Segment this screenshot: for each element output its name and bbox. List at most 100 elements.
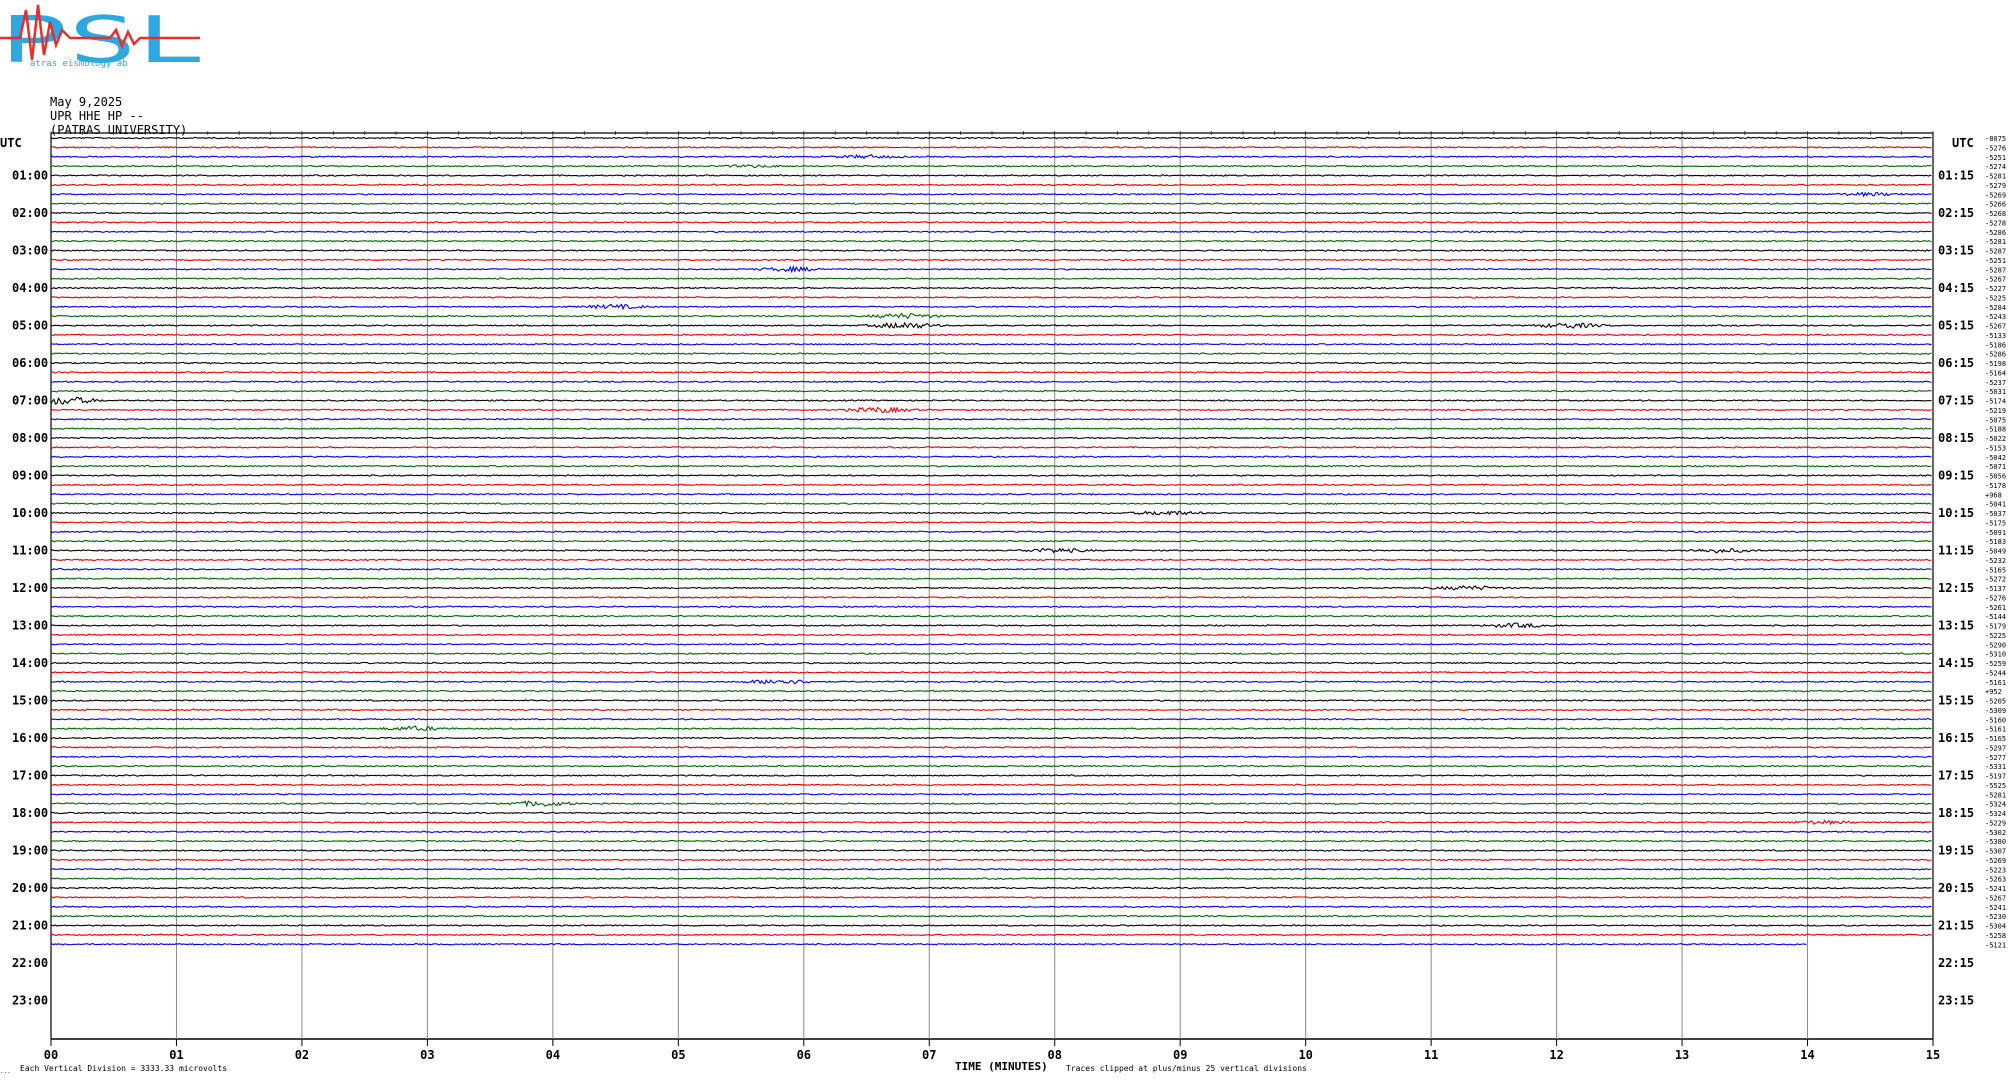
trace-value-58: -5161 [1985,679,2006,687]
right-hour-labels: 01:15 02:15 03:15 04:15 05:15 06:15 07:15 08:15… [1938,169,1974,1008]
left-hour-label: 14:00 [12,656,48,670]
trace-value-41: -5175 [1985,519,2006,527]
trace-value-75: -5380 [1985,838,2006,846]
x-tick-label-08: 08 [1048,1048,1062,1062]
trace-value-40: -5037 [1985,510,2006,518]
trace-58 [50,679,1932,685]
trace-29 [50,406,1932,414]
x-tick-label-14: 14 [1800,1048,1814,1062]
trace-value-35: -5071 [1985,463,2006,471]
trace-value-19: -5243 [1985,313,2006,321]
trace-18 [50,303,1932,311]
right-trace-values: -8075-5276-5251-5274-5281-5279-5269-5266… [1985,135,2006,949]
trace-value-13: -5251 [1985,257,2006,265]
left-hour-label: 01:00 [12,169,48,183]
x-tick-label-00: 00 [44,1048,58,1062]
trace-value-54: -5290 [1985,641,2006,649]
left-hour-labels: 01:00 02:00 03:00 04:00 05:00 06:00 07:00 08:00… [12,169,48,1008]
trace-76 [50,849,1932,852]
trace-49 [51,596,1932,599]
trace-25 [50,370,1932,374]
trace-54 [50,642,1932,646]
trace-86 [50,942,1807,946]
trace-value-11: -5281 [1985,238,2006,246]
trace-2 [50,154,1932,160]
trace-value-6: -5269 [1985,191,2006,199]
left-hour-label: 04:00 [12,281,48,295]
trace-79 [50,877,1932,880]
trace-34 [50,455,1932,459]
trace-53 [50,633,1932,637]
trace-value-44: -5049 [1985,548,2006,556]
trace-value-57: -5244 [1985,669,2006,677]
left-hour-label: 05:00 [12,319,48,333]
left-hour-label: 21:00 [12,919,48,933]
trace-value-9: -5278 [1985,219,2006,227]
trace-32 [50,436,1932,440]
trace-value-32: -5022 [1985,435,2006,443]
right-hour-label: 11:15 [1938,544,1974,558]
trace-value-68: -5197 [1985,773,2006,781]
trace-value-53: -5225 [1985,632,2006,640]
left-hour-label: 22:00 [12,956,48,970]
trace-value-20: -5267 [1985,323,2006,331]
trace-56 [50,661,1932,665]
trace-value-76: -5307 [1985,848,2006,856]
trace-value-36: -5056 [1985,473,2006,481]
right-hour-label: 14:15 [1938,656,1974,670]
corner-mark: ... [0,1068,11,1075]
trace-value-61: -5309 [1985,707,2006,715]
trace-value-17: -5225 [1985,294,2006,302]
trace-value-80: -5241 [1985,885,2006,893]
trace-value-15: -5267 [1985,276,2006,284]
trace-value-33: -5153 [1985,444,2006,452]
left-hour-label: 07:00 [12,394,48,408]
right-hour-label: 20:15 [1938,881,1974,895]
trace-6 [50,191,1932,198]
left-hour-label: 16:00 [12,731,48,745]
trace-value-49: -5276 [1985,594,2006,602]
trace-value-86: -5121 [1985,941,2006,949]
right-hour-label: 23:15 [1938,994,1974,1008]
trace-42 [50,530,1932,534]
trace-61 [50,708,1932,712]
trace-value-18: -5284 [1985,304,2006,312]
trace-57 [51,671,1932,674]
trace-27 [50,389,1932,393]
trace-value-2: -5251 [1985,154,2006,162]
right-hour-label: 05:15 [1938,319,1974,333]
trace-value-71: -5324 [1985,801,2006,809]
x-axis-label: TIME (MINUTES) [955,1060,1048,1073]
helicorder-chart: 01:00 02:00 03:00 04:00 05:00 06:00 07:00 08:00… [0,131,2006,1062]
trace-65 [50,746,1932,749]
trace-46 [50,567,1932,571]
trace-41 [50,521,1932,524]
right-hour-label: 13:15 [1938,619,1974,633]
trace-value-16: -5227 [1985,285,2006,293]
trace-value-63: -5161 [1985,726,2006,734]
right-hour-label: 15:15 [1938,694,1974,708]
trace-7 [50,202,1932,206]
trace-value-67: -5331 [1985,763,2006,771]
trace-33 [50,445,1932,449]
left-hour-label: 18:00 [12,806,48,820]
x-tick-label-04: 04 [546,1048,560,1062]
x-tick-label-05: 05 [671,1048,685,1062]
x-tick-label-11: 11 [1424,1048,1438,1062]
left-axis-label: UTC [0,136,22,150]
trace-value-42: -5091 [1985,529,2006,537]
trace-50 [50,605,1932,609]
trace-value-81: -5267 [1985,894,2006,902]
trace-64 [50,736,1932,740]
trace-value-85: -5258 [1985,932,2006,940]
right-hour-label: 08:15 [1938,431,1974,445]
trace-48 [50,585,1932,591]
trace-24 [50,361,1932,365]
trace-12 [50,249,1932,252]
trace-value-83: -5230 [1985,913,2006,921]
trace-value-21: -5133 [1985,332,2006,340]
right-hour-label: 10:15 [1938,506,1974,520]
trace-15 [50,277,1932,281]
trace-value-84: -5304 [1985,923,2006,931]
trace-value-26: -5237 [1985,379,2006,387]
